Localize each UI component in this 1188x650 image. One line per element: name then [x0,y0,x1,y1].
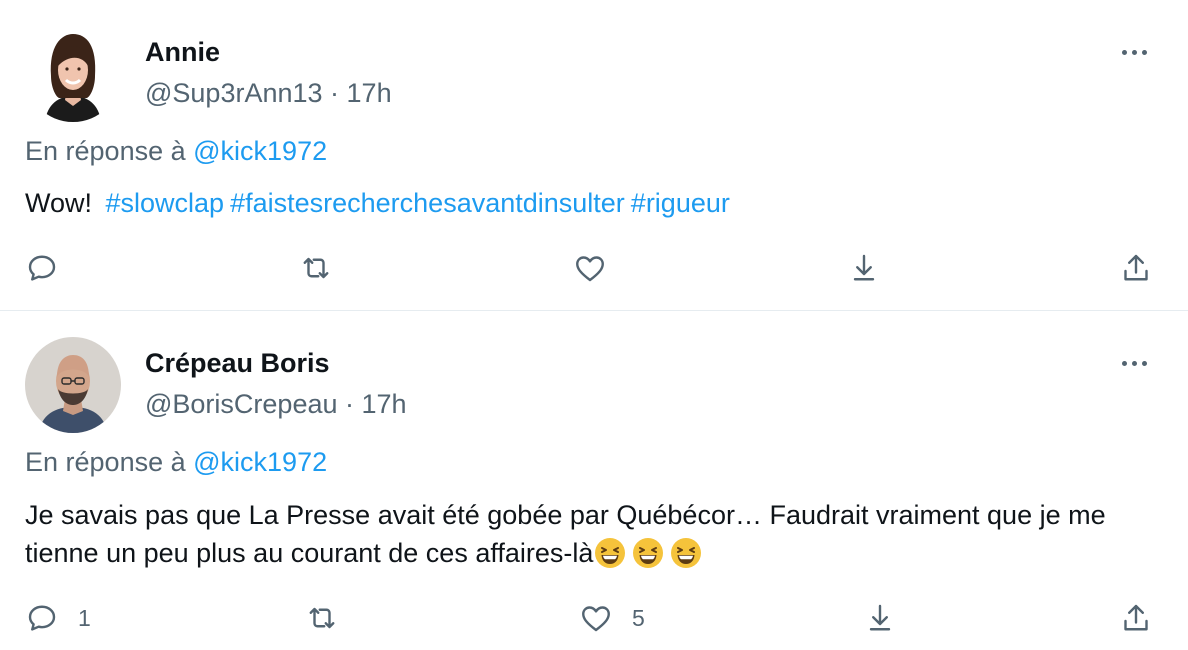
separator: · [322,78,347,108]
tweet-text: Je savais pas que La Presse avait été go… [25,496,1175,572]
handle[interactable]: @Sup3rAnn13 [145,78,323,108]
hashtag-link[interactable]: #slowclap [106,188,225,218]
reply-button[interactable]: 1 [24,596,91,640]
share-icon [1124,254,1148,281]
grinning-squinting-face-icon [631,536,665,570]
handle[interactable]: @BorisCrepeau [145,389,338,419]
timestamp[interactable]: 17h [362,389,407,419]
like-count: 5 [632,604,645,631]
download-icon [869,604,891,631]
avatar[interactable] [25,337,121,433]
grinning-squinting-face-icon [669,536,703,570]
reply-context: En réponse à @kick1972 [25,447,327,478]
more-icon[interactable] [1114,343,1154,383]
reply-button[interactable] [24,246,60,290]
tweet-text-plain: Je savais pas que La Presse avait été go… [25,500,1106,568]
tweet-text: Wow! #slowclap #faistesrecherchesavantdin… [25,184,730,222]
share-icon [1124,604,1148,631]
retweet-icon [309,607,335,629]
tweet-text-plain: Wow! [25,188,100,218]
tweet-meta: @Sup3rAnn13 · 17h [145,78,392,109]
timestamp[interactable]: 17h [347,78,392,108]
reply-icon [28,255,56,281]
reply-prefix: En réponse à [25,447,194,477]
retweet-button[interactable] [304,596,340,640]
retweet-icon [303,257,329,279]
reply-count: 1 [78,604,91,631]
display-name[interactable]: Annie [145,37,220,68]
display-name[interactable]: Crépeau Boris [145,348,330,379]
reply-to-link[interactable]: @kick1972 [193,136,327,166]
retweet-button[interactable] [298,246,334,290]
grinning-squinting-face-icon [593,536,627,570]
reply-to-link[interactable]: @kick1972 [193,447,327,477]
reply-icon [28,605,56,631]
like-icon [582,606,610,632]
share-button[interactable] [1118,246,1154,290]
download-button[interactable] [846,246,882,290]
action-bar: 1 5 [0,596,1188,640]
tweet-meta: @BorisCrepeau · 17h [145,389,407,420]
more-icon[interactable] [1114,32,1154,72]
hashtag-link[interactable]: #faistesrecherchesavantdinsulter [230,188,625,218]
reply-prefix: En réponse à [25,136,194,166]
like-button[interactable] [572,246,608,290]
share-button[interactable] [1118,596,1154,640]
tweet[interactable]: Crépeau Boris @BorisCrepeau · 17h En rép… [0,310,1188,650]
download-icon [853,254,875,281]
separator: · [337,389,362,419]
download-button[interactable] [862,596,898,640]
action-bar [0,246,1188,290]
reply-context: En réponse à @kick1972 [25,136,327,167]
avatar[interactable] [25,26,121,122]
hashtag-link[interactable]: #rigueur [631,188,730,218]
like-icon [576,256,604,282]
like-button[interactable]: 5 [578,596,645,640]
tweet[interactable]: Annie @Sup3rAnn13 · 17h En réponse à @ki… [0,0,1188,310]
